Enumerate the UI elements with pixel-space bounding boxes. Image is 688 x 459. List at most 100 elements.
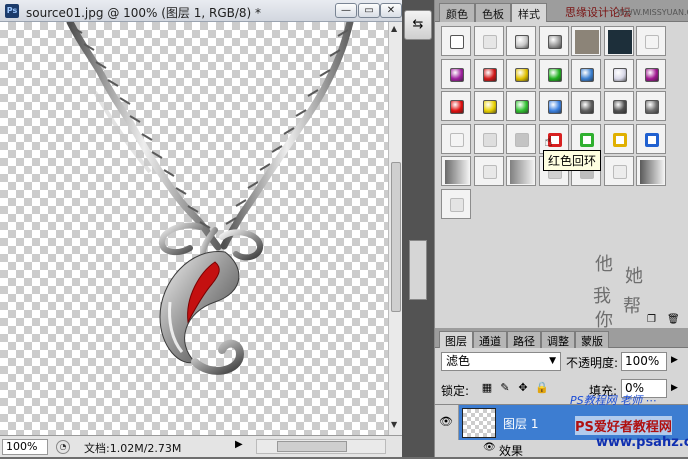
- style-swatch[interactable]: [473, 26, 504, 56]
- style-swatch[interactable]: [636, 123, 666, 154]
- style-swatch-preview: [450, 197, 464, 212]
- style-swatch-preview: [515, 132, 529, 147]
- style-swatch-preview: [510, 160, 534, 184]
- tab-color[interactable]: 颜色: [439, 3, 475, 22]
- tab-channels[interactable]: 通道: [473, 331, 507, 348]
- style-swatch[interactable]: [571, 26, 601, 56]
- style-swatch[interactable]: [506, 91, 536, 121]
- style-swatch-preview: [450, 35, 464, 49]
- zoom-field[interactable]: 100%: [2, 439, 48, 455]
- horizontal-scrollbar[interactable]: [256, 439, 386, 454]
- style-swatch[interactable]: [636, 26, 666, 56]
- document-window: Ps source01.jpg @ 100% (图层 1, RGB/8) * —…: [0, 0, 402, 457]
- tab-swatches[interactable]: 色板: [475, 3, 511, 22]
- style-swatch[interactable]: [441, 156, 471, 186]
- eye-icon[interactable]: 👁: [439, 415, 455, 431]
- swatch-tooltip: 红色回环: [543, 150, 602, 171]
- style-swatch[interactable]: [636, 58, 666, 89]
- opacity-arrow-icon[interactable]: ▶: [671, 355, 678, 365]
- style-swatch[interactable]: [636, 156, 666, 186]
- style-swatch[interactable]: [538, 58, 569, 89]
- style-swatch[interactable]: [506, 26, 536, 56]
- style-swatch[interactable]: [441, 91, 471, 121]
- site-url-watermark: www.psahz.com: [596, 435, 688, 450]
- new-style-icon[interactable]: ❐: [647, 314, 656, 325]
- horizontal-scroll-thumb[interactable]: [277, 441, 347, 452]
- style-swatch[interactable]: [538, 91, 569, 121]
- lock-all-icon[interactable]: 🔒: [535, 382, 549, 394]
- style-swatch[interactable]: [441, 123, 471, 154]
- tab-adjustments[interactable]: 调整: [541, 331, 575, 348]
- cursive-watermark: PS教程网 老师 ⋯: [570, 394, 657, 407]
- style-swatch[interactable]: [538, 123, 569, 154]
- effects-label: 效果: [499, 444, 524, 458]
- style-swatch[interactable]: [506, 58, 536, 89]
- style-swatch[interactable]: [473, 58, 504, 89]
- style-swatch[interactable]: [603, 123, 634, 154]
- effects-eye-icon[interactable]: 👁: [483, 442, 496, 453]
- delete-style-icon[interactable]: 🗑: [667, 314, 680, 325]
- dock-collapse-handle[interactable]: [409, 240, 427, 300]
- signature-char: 她: [625, 266, 643, 287]
- style-swatch[interactable]: [506, 156, 536, 186]
- style-swatch[interactable]: [571, 58, 601, 89]
- pendant-body: [159, 251, 245, 375]
- status-menu-icon[interactable]: ◔: [56, 440, 70, 454]
- lock-transparency-icon[interactable]: ▦: [481, 382, 493, 394]
- style-swatch[interactable]: [441, 188, 471, 219]
- style-swatch[interactable]: [603, 91, 634, 121]
- lock-position-icon[interactable]: ✥: [517, 382, 529, 394]
- image-canvas[interactable]: [0, 22, 388, 435]
- document-title-bar[interactable]: Ps source01.jpg @ 100% (图层 1, RGB/8) * —…: [0, 0, 402, 22]
- minimize-button[interactable]: —: [335, 3, 357, 18]
- lock-label: 锁定:: [441, 384, 470, 398]
- style-swatch-preview: [515, 67, 529, 82]
- layers-tabbar: 图层 通道 路径 调整 蒙版: [435, 328, 688, 348]
- scroll-thumb[interactable]: [391, 162, 401, 312]
- style-swatch-preview: [547, 35, 562, 49]
- tab-styles[interactable]: 样式: [511, 3, 547, 22]
- lock-pixels-icon[interactable]: ✎: [499, 382, 511, 394]
- dock-expand-button[interactable]: ⇆: [404, 10, 432, 40]
- styles-footer: ❐ 🗑: [625, 314, 685, 326]
- style-swatch-preview: [580, 67, 594, 82]
- layer-name[interactable]: 图层 1: [503, 415, 538, 432]
- tab-masks[interactable]: 蒙版: [575, 331, 609, 348]
- restore-button[interactable]: ▭: [358, 3, 380, 18]
- style-swatch[interactable]: [441, 58, 471, 89]
- photoshop-icon: Ps: [5, 4, 19, 18]
- style-swatch[interactable]: [473, 123, 504, 154]
- style-swatch[interactable]: [473, 91, 504, 121]
- status-arrow-icon[interactable]: ▶: [235, 439, 243, 450]
- blend-mode-select[interactable]: 滤色 ▼: [441, 352, 561, 371]
- style-swatch-preview: [450, 67, 464, 82]
- style-swatch[interactable]: [441, 26, 471, 56]
- style-swatch-preview: [612, 67, 627, 82]
- tab-paths[interactable]: 路径: [507, 331, 541, 348]
- style-swatch[interactable]: [473, 156, 504, 186]
- style-swatch[interactable]: [603, 58, 634, 89]
- style-swatch[interactable]: [538, 26, 569, 56]
- opacity-field[interactable]: 100%: [621, 352, 667, 371]
- fill-arrow-icon[interactable]: ▶: [671, 383, 678, 393]
- style-swatch[interactable]: [571, 91, 601, 121]
- style-swatch-preview: [580, 132, 594, 147]
- style-swatch[interactable]: [571, 123, 601, 154]
- style-swatch-preview: [445, 160, 469, 184]
- scroll-down-icon[interactable]: ▼: [391, 420, 397, 429]
- style-swatch-preview: [580, 100, 594, 114]
- chevron-down-icon: ▼: [549, 356, 556, 366]
- close-button[interactable]: ✕: [380, 3, 402, 18]
- layer-thumbnail[interactable]: [462, 408, 496, 438]
- signature-char: 我: [593, 286, 611, 307]
- style-swatch[interactable]: [636, 91, 666, 121]
- scroll-up-icon[interactable]: ▲: [391, 24, 397, 33]
- style-swatch[interactable]: [506, 123, 536, 154]
- style-swatch[interactable]: [603, 26, 634, 56]
- style-swatch-preview: [450, 132, 464, 147]
- style-swatch-preview: [607, 30, 632, 54]
- tab-layers[interactable]: 图层: [439, 331, 473, 348]
- style-swatch-preview: [482, 67, 497, 82]
- vertical-scrollbar[interactable]: ▲ ▼: [388, 22, 402, 435]
- style-swatch[interactable]: [603, 156, 634, 186]
